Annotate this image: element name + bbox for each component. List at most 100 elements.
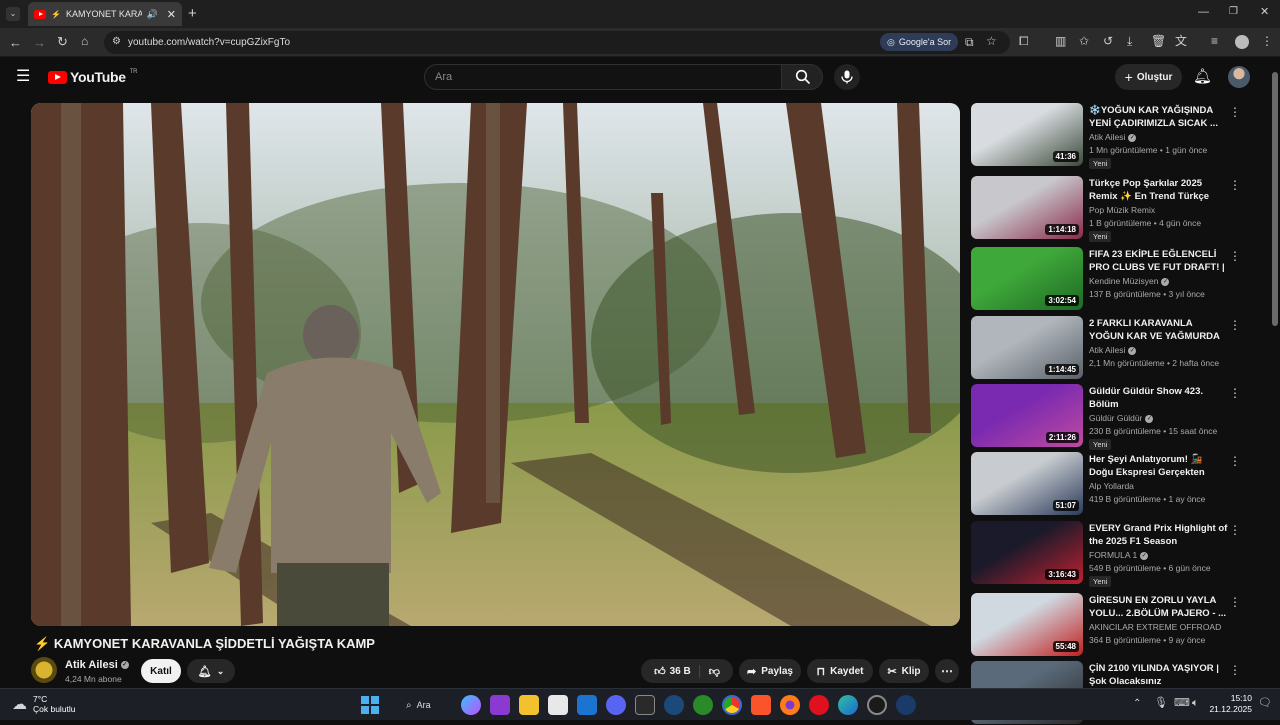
recommended-video-title[interactable]: Her Şeyi Anlatıyorum! 🚂 Doğu Ekspresi Ge…: [1089, 453, 1229, 479]
clock[interactable]: 15:10 21.12.2025: [1208, 693, 1252, 715]
recommended-video[interactable]: 3:16:43 EVERY Grand Prix Highlight of the…: [971, 521, 1251, 587]
site-info-icon[interactable]: ⚙: [112, 37, 121, 47]
xbox-icon[interactable]: [693, 695, 713, 715]
file-explorer-icon[interactable]: [519, 695, 539, 715]
recommended-video[interactable]: 41:36 ❄️YOĞUN KAR YAĞIŞINDA YENİ ÇADIRIMI…: [971, 103, 1251, 169]
brave-icon[interactable]: [751, 695, 771, 715]
video-thumbnail[interactable]: 3:02:54: [971, 247, 1083, 310]
recommended-channel-name[interactable]: Atik Ailesi ✓: [1089, 132, 1137, 142]
steam-icon[interactable]: [664, 695, 684, 715]
steam-secondary-icon[interactable]: [896, 695, 916, 715]
account-avatar[interactable]: [1228, 66, 1250, 88]
recommended-channel-name[interactable]: Güldür Güldür ✓: [1089, 413, 1154, 423]
outlook-icon[interactable]: [577, 695, 597, 715]
browser-tab[interactable]: ⚡ KAMYONET KARAVANLA 🔊 ✕: [28, 2, 182, 26]
opera-gx-icon[interactable]: [867, 695, 887, 715]
tab-list-icon[interactable]: ⌄: [6, 7, 20, 21]
speaker-icon[interactable]: 🔊: [147, 9, 158, 20]
recommended-video-title[interactable]: EVERY Grand Prix Highlight of the 2025 F…: [1089, 522, 1229, 548]
delete-icon[interactable]: 🗑: [1151, 35, 1166, 47]
recommended-video[interactable]: 2:11:26 Güldür Güldür Show 423. Bölüm Güld…: [971, 384, 1251, 450]
more-options-icon[interactable]: ⋮: [1229, 523, 1241, 537]
more-options-icon[interactable]: ⋮: [1229, 178, 1241, 192]
video-thumbnail[interactable]: 3:16:43: [971, 521, 1083, 584]
video-thumbnail[interactable]: 41:36: [971, 103, 1083, 166]
recommended-video-title[interactable]: ❄️YOĞUN KAR YAĞIŞINDA YENİ ÇADIRIMIZLA S…: [1089, 104, 1229, 130]
close-window-icon[interactable]: ✕: [1260, 7, 1269, 18]
edge-icon[interactable]: [838, 695, 858, 715]
recommended-video[interactable]: 1:14:18 Türkçe Pop Şarkılar 2025 Remix ✨ …: [971, 176, 1251, 242]
install-app-icon[interactable]: ⧉: [965, 36, 974, 48]
video-thumbnail[interactable]: 2:11:26: [971, 384, 1083, 447]
recommended-video-title[interactable]: Türkçe Pop Şarkılar 2025 Remix ✨ En Tren…: [1089, 177, 1229, 203]
new-tab-icon[interactable]: +: [188, 6, 197, 21]
recommended-video[interactable]: 55:48 GİRESUN EN ZORLU YAYLA YOLU... 2.BÖ…: [971, 593, 1251, 657]
microphone-tray-icon[interactable]: 🎙︎: [1154, 698, 1168, 709]
taskbar-search[interactable]: ⌕ Ara: [396, 695, 452, 715]
purple-app-icon[interactable]: [490, 695, 510, 715]
save-button[interactable]: ⊓ Kaydet: [807, 659, 873, 683]
more-options-icon[interactable]: ⋮: [1229, 318, 1241, 332]
hamburger-menu-icon[interactable]: ☰: [16, 69, 30, 85]
reading-list-icon[interactable]: ≡: [1211, 35, 1218, 47]
video-thumbnail[interactable]: 1:14:18: [971, 176, 1083, 239]
subscribe-notifications-button[interactable]: 🔔︎ ⌄: [187, 659, 235, 683]
firefox-icon[interactable]: [780, 695, 800, 715]
more-options-icon[interactable]: ⋮: [1229, 386, 1241, 400]
recommended-video[interactable]: 3:02:54 FIFA 23 EKİPLE EĞLENCELİ PRO CLUB…: [971, 247, 1251, 311]
search-button[interactable]: [781, 64, 823, 90]
google-ask-button[interactable]: ◎ Google'a Sor: [880, 33, 959, 51]
voice-search-button[interactable]: [834, 64, 860, 90]
split-screen-icon[interactable]: ▥: [1055, 35, 1066, 47]
recommended-video-title[interactable]: Güldür Güldür Show 423. Bölüm: [1089, 385, 1229, 411]
show-hidden-icons-icon[interactable]: ⌃: [1133, 699, 1141, 709]
epic-games-icon[interactable]: [635, 695, 655, 715]
volume-icon[interactable]: 🔈︎: [1192, 698, 1199, 709]
extensions-icon[interactable]: ⧠: [1019, 35, 1029, 47]
youtube-logo[interactable]: YouTube TR: [48, 69, 137, 85]
share-button[interactable]: ➦ Paylaş: [739, 659, 801, 683]
history-icon[interactable]: ↺: [1103, 35, 1113, 47]
recommended-channel-name[interactable]: FORMULA 1 ✓: [1089, 550, 1149, 560]
minimize-icon[interactable]: —: [1198, 7, 1209, 18]
recommended-channel-name[interactable]: Atik Ailesi ✓: [1089, 345, 1137, 355]
chrome-icon[interactable]: [722, 695, 742, 715]
microsoft-store-icon[interactable]: [548, 695, 568, 715]
opera-icon[interactable]: [809, 695, 829, 715]
recommended-channel-name[interactable]: AKINCILAR EXTREME OFFROAD: [1089, 622, 1221, 632]
notification-center-icon[interactable]: 🗨: [1258, 698, 1272, 709]
clip-button[interactable]: ✂ Klip: [879, 659, 929, 683]
copilot-icon[interactable]: [461, 695, 481, 715]
recommended-video-title[interactable]: ÇİN 2100 YILINDA YAŞIYOR | Şok Olacaksın…: [1089, 662, 1229, 688]
discord-icon[interactable]: [606, 695, 626, 715]
close-tab-icon[interactable]: ✕: [167, 8, 176, 21]
weather-widget[interactable]: ☁ 7°C Çok bulutlu: [12, 694, 76, 714]
video-thumbnail[interactable]: 51:07: [971, 452, 1083, 515]
recommended-video-title[interactable]: FIFA 23 EKİPLE EĞLENCELİ PRO CLUBS VE FU…: [1089, 248, 1229, 274]
more-actions-button[interactable]: ⋯: [935, 659, 959, 683]
recommended-video-title[interactable]: 2 FARKLI KARAVANLA YOĞUN KAR VE YAĞMURDA…: [1089, 317, 1229, 343]
more-options-icon[interactable]: ⋮: [1229, 105, 1241, 119]
scrollbar-thumb[interactable]: [1272, 72, 1278, 326]
search-input[interactable]: Ara: [424, 64, 782, 90]
like-button[interactable]: 👍︎ 36 B: [654, 664, 700, 678]
network-icon[interactable]: ⌨: [1174, 698, 1190, 709]
favorites-icon[interactable]: ✩: [1079, 35, 1089, 47]
favorite-star-icon[interactable]: ☆: [986, 35, 997, 47]
more-options-icon[interactable]: ⋮: [1229, 454, 1241, 468]
recommended-channel-name[interactable]: Kendine Müzisyen ✓: [1089, 276, 1170, 286]
recommended-video[interactable]: 51:07 Her Şeyi Anlatıyorum! 🚂 Doğu Ekspre…: [971, 452, 1251, 516]
translate-icon[interactable]: 文: [1175, 35, 1187, 47]
video-thumbnail[interactable]: 55:48: [971, 593, 1083, 656]
recommended-video[interactable]: 1:14:45 2 FARKLI KARAVANLA YOĞUN KAR VE Y…: [971, 316, 1251, 380]
more-options-icon[interactable]: ⋮: [1229, 595, 1241, 609]
more-options-icon[interactable]: ⋮: [1229, 663, 1241, 677]
restore-icon[interactable]: ❐: [1229, 7, 1238, 17]
channel-avatar[interactable]: [31, 657, 57, 683]
back-icon[interactable]: ←: [9, 36, 22, 49]
address-bar[interactable]: ⚙ youtube.com/watch?v=cupGZixFgTo: [104, 31, 1010, 54]
more-options-icon[interactable]: ⋮: [1229, 249, 1241, 263]
downloads-icon[interactable]: ⤓: [1127, 35, 1132, 47]
channel-name[interactable]: Atik Ailesi ✓: [65, 659, 129, 671]
profile-icon[interactable]: [1235, 35, 1249, 49]
